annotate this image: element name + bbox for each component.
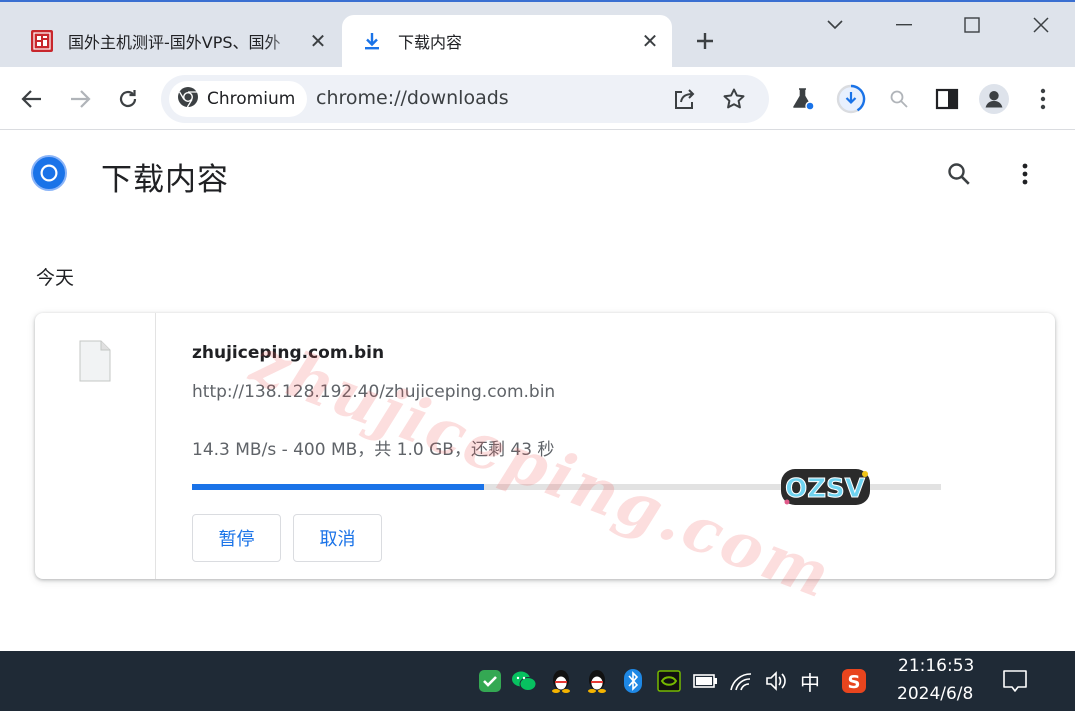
share-icon[interactable] <box>670 84 700 114</box>
address-bar[interactable]: Chromium chrome://downloads <box>161 75 769 123</box>
more-options-icon[interactable] <box>1010 160 1040 188</box>
wechat-icon[interactable] <box>511 668 537 694</box>
windows-taskbar: 中 S 21:16:53 2024/6/8 <box>0 651 1075 711</box>
site-chip-label: Chromium <box>207 89 296 109</box>
tab-search-chevron-icon[interactable] <box>815 10 855 40</box>
security-shield-icon[interactable] <box>477 668 503 694</box>
minimize-icon[interactable] <box>884 10 924 40</box>
chromium-logo-icon <box>177 86 199 112</box>
forward-arrow-icon[interactable] <box>65 84 95 114</box>
back-arrow-icon[interactable] <box>17 84 47 114</box>
tab-zhujiceping[interactable]: 国外主机测评-国外VPS、国外 ✕ <box>18 15 340 67</box>
labs-flask-icon[interactable] <box>788 84 818 114</box>
download-icon <box>360 29 384 53</box>
file-icon <box>79 340 111 382</box>
profile-avatar-icon[interactable] <box>979 84 1009 114</box>
tab-strip: 国外主机测评-国外VPS、国外 ✕ 下载内容 ✕ <box>0 0 1075 67</box>
bluetooth-icon[interactable] <box>620 668 646 694</box>
new-tab-plus-icon[interactable] <box>690 28 720 54</box>
search-downloads-icon[interactable] <box>944 160 974 188</box>
download-status-text: 14.3 MB/s - 400 MB，共 1.0 GB，还剩 43 秒 <box>192 440 555 460</box>
wifi-icon[interactable] <box>728 668 754 694</box>
bookmark-star-icon[interactable] <box>719 84 749 114</box>
ozsv-sticker-logo: OZSV <box>778 464 873 510</box>
nvidia-icon[interactable] <box>656 668 682 694</box>
browser-toolbar: Chromium chrome://downloads <box>0 67 1075 130</box>
download-filename[interactable]: zhujiceping.com.bin <box>192 343 384 363</box>
site-seal-icon <box>30 29 54 53</box>
clock-date[interactable]: 2024/6/8 <box>897 684 973 704</box>
sogou-input-icon[interactable]: S <box>841 668 867 694</box>
date-section-label: 今天 <box>36 267 75 289</box>
svg-text:OZSV: OZSV <box>785 474 865 504</box>
cancel-button[interactable]: 取消 <box>293 514 382 562</box>
notification-center-icon[interactable] <box>1002 668 1028 694</box>
search-toolbar-icon[interactable] <box>884 84 914 114</box>
ime-language-indicator[interactable]: 中 <box>800 667 820 696</box>
browser-menu-icon[interactable] <box>1028 84 1058 114</box>
page-title: 下载内容 <box>101 162 229 198</box>
tab-close-icon[interactable]: ✕ <box>306 29 330 53</box>
maximize-icon[interactable] <box>952 10 992 40</box>
volume-icon[interactable] <box>763 668 789 694</box>
tab-title: 下载内容 <box>398 33 463 52</box>
svg-text:S: S <box>848 672 861 693</box>
downloads-toolbar-icon[interactable] <box>836 84 866 114</box>
pause-button[interactable]: 暂停 <box>192 514 281 562</box>
qq-penguin-icon[interactable] <box>548 668 574 694</box>
download-source-url[interactable]: http://138.128.192.40/zhujiceping.com.bi… <box>192 382 555 402</box>
tab-downloads[interactable]: 下载内容 ✕ <box>342 15 672 67</box>
site-info-chip[interactable]: Chromium <box>169 81 308 117</box>
card-divider <box>155 313 156 579</box>
download-item-card: zhujiceping.com.bin http://138.128.192.4… <box>35 313 1055 579</box>
chrome-logo-icon <box>31 155 67 191</box>
download-progress-fill <box>192 484 485 490</box>
side-panel-icon[interactable] <box>932 84 962 114</box>
tab-close-icon[interactable]: ✕ <box>638 29 662 53</box>
close-window-icon[interactable] <box>1021 10 1061 40</box>
qq-penguin-icon-2[interactable] <box>584 668 610 694</box>
window-accent-line <box>0 0 1075 2</box>
reload-icon[interactable] <box>113 84 143 114</box>
url-text[interactable]: chrome://downloads <box>316 87 509 109</box>
tab-title: 国外主机测评-国外VPS、国外 <box>68 33 281 52</box>
clock-time[interactable]: 21:16:53 <box>898 656 974 676</box>
battery-icon[interactable] <box>692 668 718 694</box>
